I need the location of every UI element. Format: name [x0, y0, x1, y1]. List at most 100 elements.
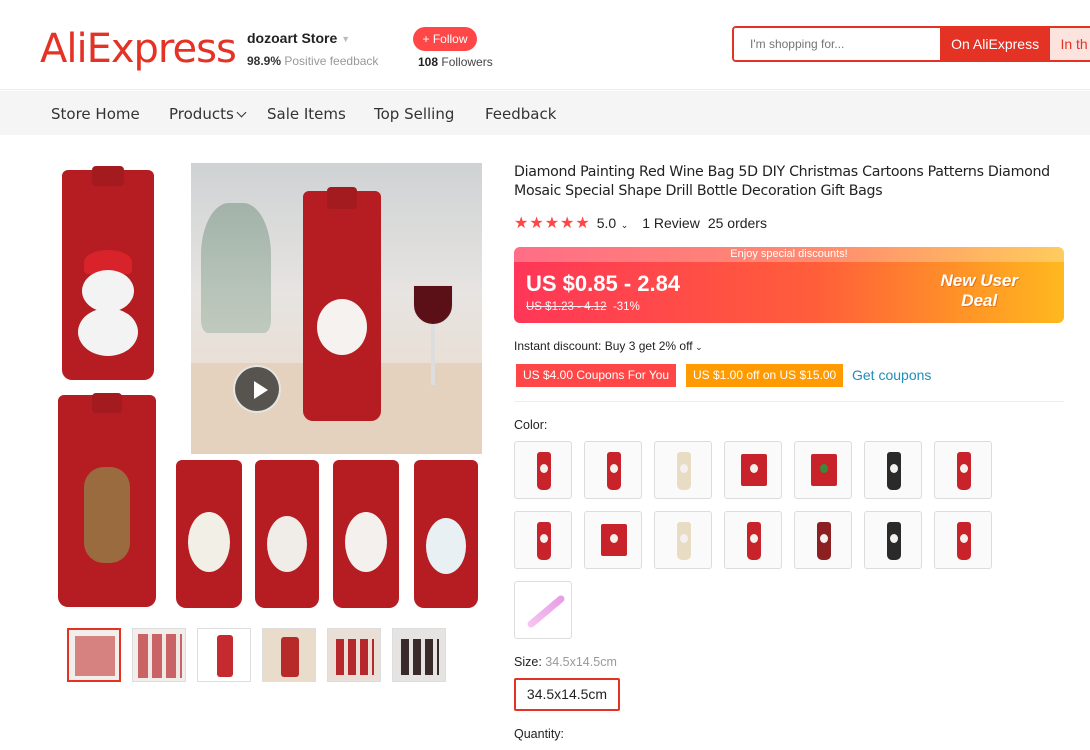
blurred-tree	[201, 203, 271, 333]
thumbnail-3[interactable]	[197, 628, 251, 682]
color-option-pen[interactable]	[514, 581, 572, 639]
instant-discount-text: Instant discount: Buy 3 get 2% off	[514, 339, 693, 353]
store-dropdown-icon[interactable]: ▼	[341, 34, 350, 44]
color-option-5[interactable]	[794, 441, 852, 499]
nav-top-selling[interactable]: Top Selling	[374, 105, 454, 123]
search-bar: On AliExpress In th	[732, 26, 1090, 62]
search-input[interactable]	[734, 28, 940, 60]
followers-number: 108	[418, 55, 439, 69]
rating-value: 5.0	[596, 215, 617, 231]
product-image-bag-5	[414, 460, 478, 608]
thumbnail-1[interactable]	[67, 628, 121, 682]
color-option-12[interactable]	[794, 511, 852, 569]
instant-discount[interactable]: Instant discount: Buy 3 get 2% off ⌄	[514, 339, 703, 353]
nav-feedback[interactable]: Feedback	[485, 105, 556, 123]
color-option-10[interactable]	[654, 511, 712, 569]
original-price: US $1.23 - 4.12 -31%	[526, 301, 640, 313]
size-selected-value: 34.5x14.5cm	[545, 655, 617, 669]
coupon-1-dollar[interactable]: US $1.00 off on US $15.00	[686, 364, 844, 387]
color-option-7[interactable]	[934, 441, 992, 499]
size-label: Size: 34.5x14.5cm	[514, 655, 617, 669]
snowman-face	[82, 270, 134, 312]
color-option-11[interactable]	[724, 511, 782, 569]
discount-percent: -31%	[612, 301, 640, 313]
discount-banner-text: Enjoy special discounts!	[514, 247, 1064, 262]
star-rating-icon: ★★★★★	[514, 215, 591, 232]
bag-tie	[92, 393, 122, 413]
divider	[514, 401, 1064, 402]
quantity-label: Quantity:	[514, 727, 565, 741]
coupon-4-dollars[interactable]: US $4.00 Coupons For You	[516, 364, 677, 387]
snowman-face	[426, 518, 466, 574]
wine-glass-stem	[431, 325, 435, 385]
color-option-1[interactable]	[514, 441, 572, 499]
wine-bag-snowman	[303, 187, 381, 421]
color-option-6[interactable]	[864, 441, 922, 499]
color-option-14[interactable]	[934, 511, 992, 569]
store-nav: Store Home Products Sale Items Top Selli…	[0, 91, 1090, 135]
wine-glass	[413, 285, 453, 325]
nav-products-label: Products	[169, 105, 234, 123]
play-video-icon[interactable]	[233, 365, 281, 413]
chevron-down-icon	[236, 107, 247, 118]
diamond-pen-icon	[526, 594, 566, 629]
thumbnail-2[interactable]	[132, 628, 186, 682]
rating-score[interactable]: 5.0 ⌄	[597, 215, 629, 231]
nav-sale-items[interactable]: Sale Items	[267, 105, 346, 123]
store-info: dozoart Store ▼ 98.9% Positive feedback	[247, 30, 378, 68]
color-label: Color:	[514, 418, 548, 432]
thumbnail-6[interactable]	[392, 628, 446, 682]
feedback-percent: 98.9%	[247, 54, 282, 68]
thumbnail-5[interactable]	[327, 628, 381, 682]
reindeer-figure	[84, 467, 130, 563]
chevron-down-icon: ⌄	[692, 342, 703, 352]
new-user-deal-line2: Deal	[961, 291, 998, 310]
rating-row: ★★★★★ 5.0 ⌄ 1 Review 25 orders	[514, 213, 767, 233]
nav-store-home[interactable]: Store Home	[51, 105, 140, 123]
get-coupons-link[interactable]: Get coupons	[852, 367, 931, 383]
product-title: Diamond Painting Red Wine Bag 5D DIY Chr…	[514, 164, 1050, 199]
follow-button[interactable]: + Follow	[413, 27, 477, 51]
product-image-bag-3	[255, 460, 319, 608]
nav-products[interactable]: Products	[169, 105, 247, 123]
feedback-label: Positive feedback	[284, 54, 379, 68]
store-name-text: dozoart Store	[247, 30, 338, 46]
color-option-9[interactable]	[584, 511, 642, 569]
product-image-reindeer-bag	[58, 393, 156, 607]
product-image-snowman-bag	[62, 166, 154, 380]
header: AliExpress dozoart Store ▼ 98.9% Positive…	[0, 0, 1090, 90]
bag-tie	[92, 166, 124, 186]
color-option-3[interactable]	[654, 441, 712, 499]
santa-face	[267, 516, 307, 572]
price-banner: Enjoy special discounts! US $0.85 - 2.84…	[514, 247, 1064, 323]
search-store-button[interactable]: In th	[1050, 28, 1090, 60]
snowman-face	[345, 512, 387, 572]
snowman-face	[188, 512, 230, 572]
main-product-photo[interactable]	[191, 163, 482, 454]
color-option-4[interactable]	[724, 441, 782, 499]
color-option-2[interactable]	[584, 441, 642, 499]
original-price-value: US $1.23 - 4.12	[526, 301, 607, 313]
color-option-13[interactable]	[864, 511, 922, 569]
store-name[interactable]: dozoart Store ▼	[247, 30, 378, 46]
snowman-body	[78, 308, 138, 356]
product-image-bag-2	[176, 460, 242, 608]
product-image-bag-4	[333, 460, 399, 608]
aliexpress-logo[interactable]: AliExpress	[40, 26, 237, 72]
followers-count: 108 Followers	[418, 55, 493, 69]
store-feedback: 98.9% Positive feedback	[247, 54, 378, 68]
search-aliexpress-button[interactable]: On AliExpress	[939, 28, 1051, 60]
snowman-face	[317, 299, 367, 355]
bag-tie	[327, 187, 357, 209]
size-option-34-5x14-5[interactable]: 34.5x14.5cm	[514, 678, 620, 711]
chevron-down-icon: ⌄	[618, 220, 629, 230]
size-label-text: Size:	[514, 655, 542, 669]
color-option-8[interactable]	[514, 511, 572, 569]
thumbnail-4[interactable]	[262, 628, 316, 682]
followers-label: Followers	[441, 55, 493, 69]
orders-count: 25 orders	[707, 215, 767, 231]
new-user-deal-badge[interactable]: New User Deal	[941, 271, 1018, 311]
price-range: US $0.85 - 2.84	[526, 271, 681, 296]
new-user-deal-line1: New User	[940, 271, 1018, 290]
reviews-link[interactable]: 1 Review	[642, 215, 700, 231]
